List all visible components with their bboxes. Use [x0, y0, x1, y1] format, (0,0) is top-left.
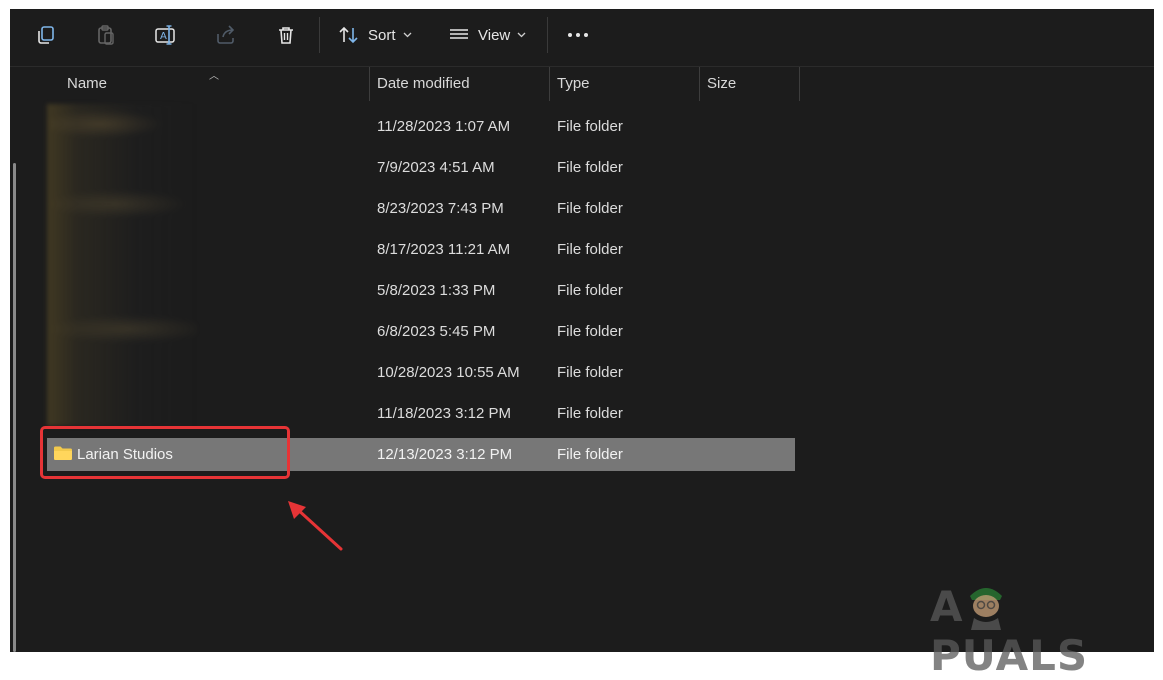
type-cell: File folder [557, 200, 623, 217]
date-modified-cell: 11/18/2023 3:12 PM [377, 405, 511, 422]
type-cell: File folder [557, 405, 623, 422]
type-cell: File folder [557, 446, 623, 463]
type-cell: File folder [557, 323, 623, 340]
sort-icon [339, 26, 358, 44]
column-divider[interactable] [799, 67, 800, 101]
view-icon [450, 29, 468, 39]
file-row[interactable]: 8/17/2023 11:21 AM File folder [47, 233, 795, 266]
svg-text:A: A [160, 31, 167, 42]
rename-button[interactable]: A [152, 19, 180, 51]
column-divider[interactable] [369, 67, 370, 101]
date-modified-cell: 10/28/2023 10:55 AM [377, 364, 520, 381]
delete-icon [279, 27, 293, 44]
column-header-type[interactable]: Type [557, 67, 590, 101]
file-row[interactable]: 5/8/2023 1:33 PM File folder [47, 274, 795, 307]
column-header-name[interactable]: Name [67, 67, 107, 101]
file-row[interactable]: 7/9/2023 4:51 AM File folder [47, 151, 795, 184]
sort-ascending-icon: ︿ [209, 71, 219, 82]
date-modified-cell: 5/8/2023 1:33 PM [377, 282, 496, 299]
rename-icon: A [155, 25, 175, 45]
annotation-arrow-icon [288, 501, 343, 551]
scrollbar-thumb[interactable] [13, 163, 16, 652]
watermark-mascot-icon [970, 588, 1002, 630]
sort-label: Sort [368, 26, 396, 44]
copy-button[interactable] [32, 19, 60, 51]
column-divider[interactable] [699, 67, 700, 101]
view-label: View [478, 26, 511, 44]
view-button[interactable]: View [448, 19, 526, 51]
column-headers: ︿ Name Date modified Type Size [10, 67, 1154, 101]
toolbar-separator [547, 17, 548, 53]
file-row[interactable]: 10/28/2023 10:55 AM File folder [47, 356, 795, 389]
file-row[interactable]: 6/8/2023 5:45 PM File folder [47, 315, 795, 348]
date-modified-cell: 7/9/2023 4:51 AM [377, 159, 495, 176]
more-options-button[interactable] [565, 19, 591, 51]
paste-button[interactable] [92, 19, 120, 51]
date-modified-cell: 11/28/2023 1:07 AM [377, 118, 511, 135]
toolbar-separator [319, 17, 320, 53]
date-modified-cell: 12/13/2023 3:12 PM [377, 446, 513, 463]
delete-button[interactable] [272, 19, 300, 51]
file-explorer-window: A Sort View ︿ Name Date modified Type Si… [10, 9, 1154, 652]
date-modified-cell: 6/8/2023 5:45 PM [377, 323, 496, 340]
type-cell: File folder [557, 118, 623, 135]
date-modified-cell: 8/17/2023 11:21 AM [377, 241, 511, 258]
share-button[interactable] [212, 19, 240, 51]
command-bar: A Sort View [10, 9, 1154, 66]
navigation-pane-scrollbar[interactable] [10, 67, 20, 652]
file-row[interactable]: 11/28/2023 1:07 AM File folder [47, 110, 795, 143]
column-header-size[interactable]: Size [707, 67, 736, 101]
sort-button[interactable]: Sort [338, 19, 412, 51]
column-divider[interactable] [549, 67, 550, 101]
copy-icon [38, 26, 54, 44]
file-row[interactable]: 8/23/2023 7:43 PM File folder [47, 192, 795, 225]
chevron-down-icon [517, 32, 526, 38]
type-cell: File folder [557, 241, 623, 258]
paste-icon [98, 25, 114, 45]
chevron-down-icon [403, 32, 412, 38]
watermark-text-left: A [930, 582, 964, 631]
column-header-date-modified[interactable]: Date modified [377, 67, 470, 101]
date-modified-cell: 8/23/2023 7:43 PM [377, 200, 504, 217]
annotation-highlight-box [40, 426, 290, 479]
type-cell: File folder [557, 282, 623, 299]
type-cell: File folder [557, 364, 623, 381]
share-icon [217, 25, 235, 44]
watermark-text-right: PUALS [930, 631, 1089, 680]
type-cell: File folder [557, 159, 623, 176]
more-icon [568, 33, 588, 37]
